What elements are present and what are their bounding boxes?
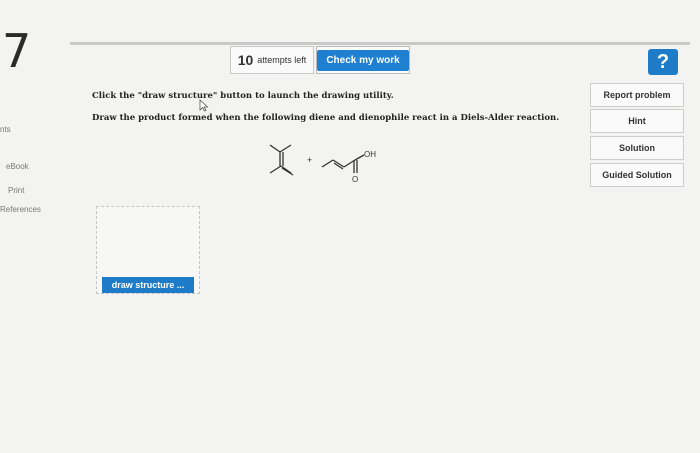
- dienophile-structure: [321, 154, 365, 173]
- attempts-label: attempts left: [257, 55, 307, 65]
- attempts-count: 10: [237, 52, 254, 68]
- draw-structure-button[interactable]: draw structure ...: [102, 277, 194, 293]
- diene-structure: [269, 144, 294, 176]
- instruction-line-2: Draw the product formed when the followi…: [92, 113, 560, 123]
- mouse-cursor-icon: [199, 99, 209, 112]
- guided-solution-button[interactable]: Guided Solution: [590, 163, 684, 187]
- sidebar-item-points[interactable]: nts: [0, 125, 11, 134]
- carbonyl-oxygen-label: O: [352, 175, 358, 184]
- hydroxyl-label: OH: [364, 150, 376, 159]
- hint-button[interactable]: Hint: [590, 109, 684, 133]
- sidebar-item-references[interactable]: References: [0, 205, 41, 214]
- attempts-indicator: 10 attempts left: [230, 46, 314, 74]
- check-my-work-label: Check my work: [317, 49, 409, 71]
- sidebar-item-print[interactable]: Print: [8, 186, 24, 195]
- sidebar-item-ebook[interactable]: eBook: [6, 162, 29, 171]
- question-number: 7: [2, 24, 32, 78]
- report-problem-button[interactable]: Report problem: [590, 83, 684, 107]
- help-button[interactable]: ?: [648, 49, 678, 75]
- plus-sign: +: [307, 155, 312, 165]
- header-divider: [70, 42, 690, 45]
- reaction-scheme: + OH O: [269, 144, 376, 184]
- instruction-line-1: Click the "draw structure" button to lau…: [92, 91, 394, 101]
- check-my-work-button[interactable]: Check my work: [316, 46, 410, 74]
- solution-button[interactable]: Solution: [590, 136, 684, 160]
